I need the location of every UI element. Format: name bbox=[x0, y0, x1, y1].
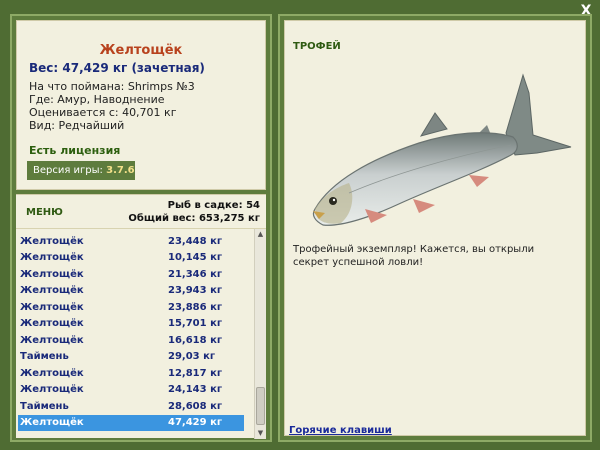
version-value: 3.7.6 bbox=[106, 165, 135, 176]
fish-location: Где: Амур, Наводнение bbox=[29, 93, 165, 106]
fish-list-weight: 23,943 кг bbox=[168, 285, 223, 297]
fish-list-row[interactable]: Желтощёк 23,448 кг bbox=[18, 233, 244, 250]
catch-panel: Желтощёк Вес: 47,429 кг (зачетная) На чт… bbox=[10, 14, 272, 442]
fish-list[interactable]: Желтощёк 23,448 кг Желтощёк 10,145 кг Желтощ… bbox=[16, 229, 254, 439]
fish-list-name: Желтощёк bbox=[20, 268, 84, 280]
total-weight: Общий вес: 653,275 кг bbox=[128, 213, 260, 224]
fish-list-name: Желтощёк bbox=[20, 252, 84, 264]
fish-list-name: Желтощёк bbox=[20, 417, 84, 429]
fish-list-weight: 15,701 кг bbox=[168, 318, 223, 330]
scroll-thumb[interactable] bbox=[256, 387, 265, 425]
version-label: Версия игры: bbox=[33, 165, 103, 176]
fish-list-weight: 23,886 кг bbox=[168, 301, 223, 313]
fish-list-name: Желтощёк bbox=[20, 318, 84, 330]
fish-info-card: Желтощёк Вес: 47,429 кг (зачетная) На чт… bbox=[16, 20, 266, 190]
trophy-card: ТРОФЕЙ Трофейный экземпляр! Кажется, вы … bbox=[284, 20, 586, 436]
fish-list-container: Желтощёк 23,448 кг Желтощёк 10,145 кг Желтощ… bbox=[16, 228, 266, 439]
scroll-up-icon[interactable]: ▲ bbox=[255, 229, 266, 240]
fish-list-name: Желтощёк bbox=[20, 367, 84, 379]
fish-list-name: Желтощёк bbox=[20, 285, 84, 297]
trophy-label: ТРОФЕЙ bbox=[293, 41, 341, 52]
fish-list-row[interactable]: Желтощёк 10,145 кг bbox=[18, 250, 244, 267]
fish-list-name: Желтощёк bbox=[20, 301, 84, 313]
fish-weight: Вес: 47,429 кг (зачетная) bbox=[29, 61, 205, 75]
fish-list-name: Желтощёк bbox=[20, 235, 84, 247]
fish-list-name: Желтощёк bbox=[20, 384, 84, 396]
list-scrollbar[interactable]: ▲ ▼ bbox=[254, 229, 266, 439]
catch-count: Рыб в садке: 54 bbox=[167, 200, 260, 211]
fish-value: Оценивается с: 40,701 кг bbox=[29, 106, 177, 119]
fish-image bbox=[312, 73, 572, 226]
trophy-panel: ТРОФЕЙ Трофейный экземпляр! Кажется, вы … bbox=[278, 14, 592, 442]
fish-list-weight: 28,608 кг bbox=[168, 400, 223, 412]
fish-list-name: Таймень bbox=[20, 351, 69, 363]
trophy-message: Трофейный экземпляр! Кажется, вы открыли… bbox=[293, 244, 535, 268]
fish-list-row[interactable]: Желтощёк 23,943 кг bbox=[18, 283, 244, 300]
fish-list-row[interactable]: Желтощёк 12,817 кг bbox=[18, 365, 244, 382]
fish-list-row[interactable]: Таймень 28,608 кг bbox=[18, 398, 244, 415]
scroll-down-icon[interactable]: ▼ bbox=[255, 428, 266, 439]
hotkeys-link[interactable]: Горячие клавиши bbox=[289, 425, 392, 436]
fish-list-name: Таймень bbox=[20, 400, 69, 412]
fish-list-weight: 21,346 кг bbox=[168, 268, 223, 280]
fish-list-weight: 29,03 кг bbox=[168, 351, 216, 363]
fish-title: Желтощёк bbox=[99, 43, 183, 58]
menu-button[interactable]: МЕНЮ bbox=[26, 207, 63, 218]
fish-list-row[interactable]: Желтощёк 23,886 кг bbox=[18, 299, 244, 316]
fish-list-weight: 12,817 кг bbox=[168, 367, 223, 379]
fish-bait: На что поймана: Shrimps №3 bbox=[29, 80, 195, 93]
fish-rarity: Вид: Редчайший bbox=[29, 119, 125, 132]
license-label: Есть лицензия bbox=[29, 144, 121, 157]
fish-list-row[interactable]: Желтощёк 24,143 кг bbox=[18, 382, 244, 399]
fish-list-weight: 23,448 кг bbox=[168, 235, 223, 247]
fish-list-row[interactable]: Таймень 29,03 кг bbox=[18, 349, 244, 366]
version-box: Версия игры: 3.7.6 bbox=[27, 161, 135, 180]
fish-list-row[interactable]: Желтощёк 21,346 кг bbox=[18, 266, 244, 283]
menu-bar: МЕНЮ Рыб в садке: 54 Общий вес: 653,275 … bbox=[16, 194, 266, 228]
fish-list-row[interactable]: Желтощёк 15,701 кг bbox=[18, 316, 244, 333]
fish-list-name: Желтощёк bbox=[20, 334, 84, 346]
fish-list-weight: 24,143 кг bbox=[168, 384, 223, 396]
fish-list-row[interactable]: Желтощёк 16,618 кг bbox=[18, 332, 244, 349]
fish-list-weight: 47,429 кг bbox=[168, 417, 223, 429]
fish-list-weight: 10,145 кг bbox=[168, 252, 223, 264]
fish-list-weight: 16,618 кг bbox=[168, 334, 223, 346]
fish-list-row[interactable]: Желтощёк 47,429 кг bbox=[18, 414, 244, 431]
